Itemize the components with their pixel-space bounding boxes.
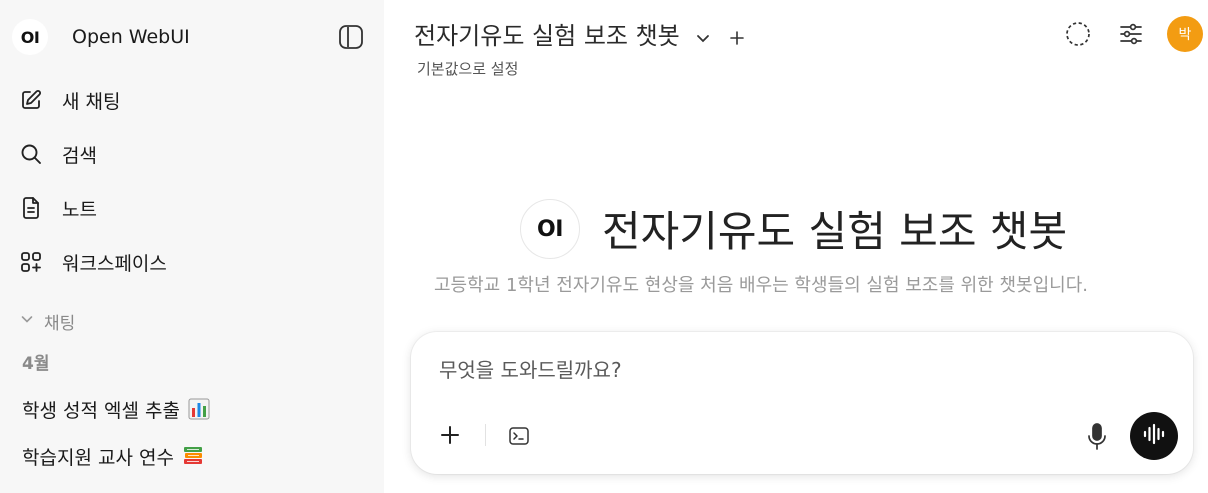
model-selector[interactable]: 전자기유도 실험 보조 챗봇 (414, 16, 746, 51)
set-default-link[interactable]: 기본값으로 설정 (417, 58, 518, 79)
controls-icon[interactable] (1117, 20, 1145, 48)
nav-notes[interactable]: 노트 (18, 193, 97, 223)
bar-chart-emoji (188, 398, 210, 420)
message-input[interactable] (439, 358, 1039, 382)
nav-label: 새 채팅 (62, 90, 121, 113)
message-composer (411, 332, 1193, 474)
temporary-chat-icon[interactable] (1064, 20, 1092, 48)
chat-group-label: 4월 (22, 354, 50, 374)
sidebar-toggle-icon[interactable] (338, 24, 364, 50)
edit-icon (18, 87, 44, 113)
toolbar-divider (485, 424, 486, 446)
nav-workspace[interactable]: 워크스페이스 (18, 247, 167, 277)
chevron-down-icon[interactable] (694, 25, 712, 43)
sidebar: OI Open WebUI 새 채팅 검색 노트 워크스페이스 채팅 4월 학생… (0, 0, 384, 493)
chat-title: 학습지원 교사 연수 (22, 446, 174, 469)
terminal-icon[interactable] (508, 425, 530, 447)
nav-label: 검색 (62, 144, 97, 167)
hero-title: 전자기유도 실험 보조 챗봇 (602, 207, 1068, 256)
books-emoji (182, 445, 204, 467)
app-logo[interactable]: OI (12, 19, 48, 55)
chats-section-label: 채팅 (44, 313, 76, 334)
app-name[interactable]: Open WebUI (72, 26, 190, 48)
chevron-down-icon (20, 311, 34, 331)
chat-item[interactable]: 학습지원 교사 연수 (22, 441, 204, 471)
search-icon (18, 141, 44, 167)
user-avatar[interactable]: 박 (1167, 16, 1203, 52)
hero-description: 고등학교 1학년 전자기유도 현상을 처음 배우는 학생들의 실험 보조를 위한… (434, 275, 1088, 296)
model-name: 전자기유도 실험 보조 챗봇 (414, 22, 680, 50)
plus-icon[interactable] (439, 424, 461, 446)
sidebar-header: OI Open WebUI (12, 18, 190, 56)
waveform-icon (1141, 421, 1167, 451)
workspace-icon (18, 249, 44, 275)
nav-label: 워크스페이스 (62, 252, 167, 275)
microphone-icon[interactable] (1085, 422, 1109, 452)
model-logo: OI (520, 199, 580, 259)
nav-label: 노트 (62, 198, 97, 221)
chat-title: 학생 성적 엑셀 추출 (22, 399, 180, 422)
nav-new-chat[interactable]: 새 채팅 (18, 85, 120, 115)
chats-section-toggle[interactable]: 채팅 (20, 308, 75, 334)
nav-search[interactable]: 검색 (18, 139, 97, 169)
note-icon (18, 195, 44, 221)
add-model-icon[interactable] (728, 25, 746, 45)
voice-mode-button[interactable] (1130, 412, 1178, 460)
chat-item[interactable]: 학생 성적 엑셀 추출 (22, 394, 210, 424)
